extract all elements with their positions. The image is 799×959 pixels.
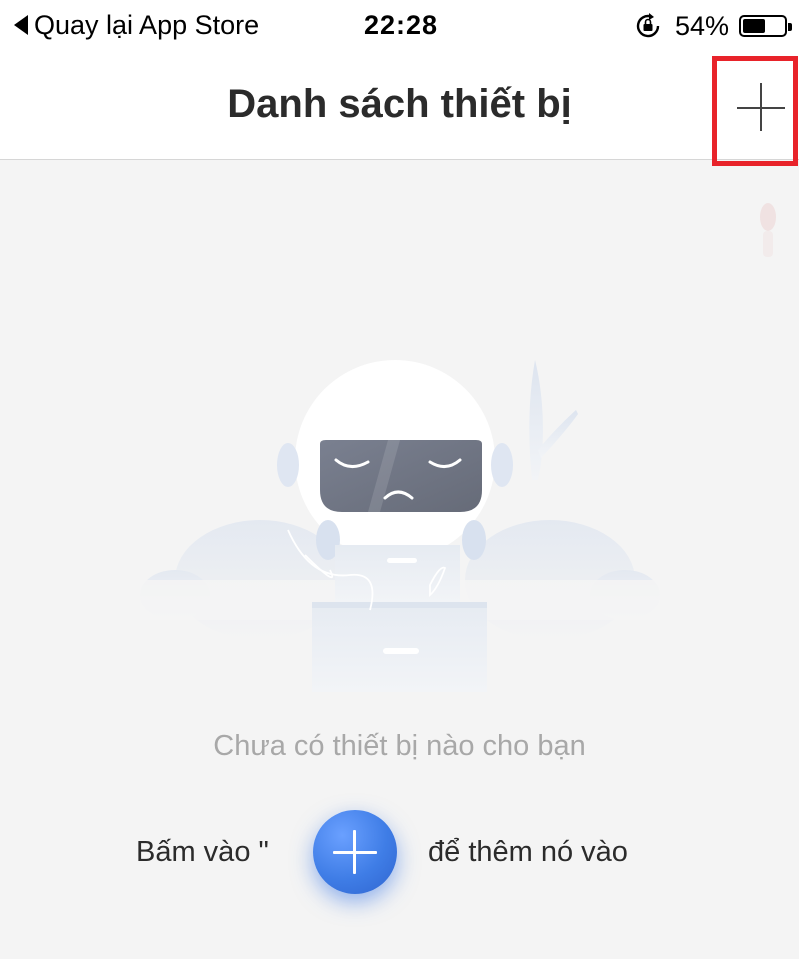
back-arrow-icon <box>14 15 28 35</box>
hint-suffix-text: để thêm nó vào <box>428 836 628 868</box>
back-to-app-store[interactable]: Quay lại App Store <box>14 8 259 42</box>
hint-prefix-text: Bấm vào " <box>136 836 269 868</box>
battery-icon <box>739 15 792 37</box>
plus-icon-vertical <box>760 83 762 131</box>
empty-state-message: Chưa có thiết bị nào cho bạn <box>213 730 586 762</box>
status-time: 22:28 <box>364 10 439 40</box>
round-add-button[interactable] <box>313 810 397 894</box>
battery-tip <box>788 23 792 31</box>
decorative-figure-icon <box>760 203 776 257</box>
battery-level <box>743 19 765 33</box>
add-device-hint: Bấm vào " để thêm nó vào <box>0 800 799 900</box>
battery-percent: 54% <box>674 10 729 41</box>
status-indicators: 54% <box>633 9 792 43</box>
device-list-screen: Quay lại App Store 22:28 54% Danh sách t… <box>0 0 799 959</box>
rotation-lock-icon <box>636 13 660 38</box>
navigation-bar: Danh sách thiết bị <box>0 50 799 166</box>
add-device-button[interactable] <box>712 56 798 166</box>
status-bar: Quay lại App Store 22:28 54% <box>0 0 799 50</box>
empty-robot-illustration <box>140 360 660 692</box>
back-label: Quay lại App Store <box>34 9 260 40</box>
page-title: Danh sách thiết bị <box>227 82 572 126</box>
plus-icon-vertical <box>353 830 356 874</box>
